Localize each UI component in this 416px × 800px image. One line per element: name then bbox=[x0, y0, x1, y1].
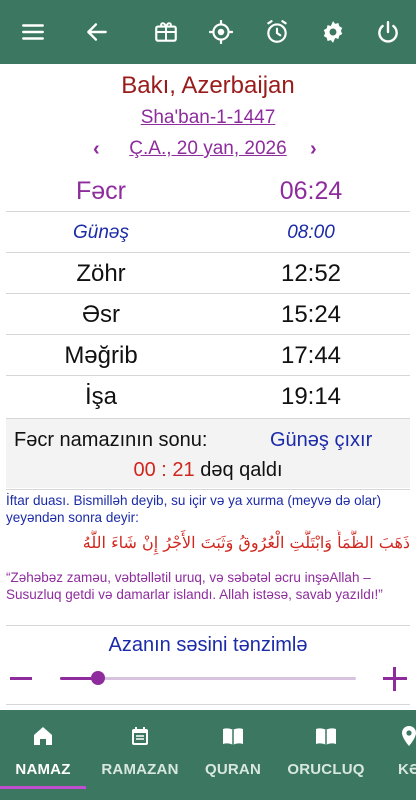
volume-decrease-button[interactable] bbox=[8, 665, 34, 693]
date-selector: Ç.A., 20 yan, 2026 ‹ › bbox=[0, 138, 416, 164]
book-open-icon bbox=[316, 728, 336, 745]
dua-transliteration: “Zəhəbəz zaməu, vəbtəllətil uruq, və səb… bbox=[6, 570, 383, 602]
prayer-time: 12:52 bbox=[280, 260, 342, 287]
prayer-times-table: Fəcr 06:24 Günəş 08:00 Zöhr 12:52 Əsr 15… bbox=[6, 170, 410, 416]
prayer-row-sunrise[interactable]: Günəş 08:00 bbox=[6, 211, 410, 252]
prayer-time: 08:00 bbox=[287, 222, 335, 243]
calendar-icon bbox=[132, 727, 148, 745]
hijri-date[interactable]: Sha'ban-1-1447 bbox=[0, 107, 416, 129]
calendar-gift-icon[interactable] bbox=[150, 16, 182, 48]
end-label: Fəcr namazının sonu: bbox=[14, 429, 208, 451]
prayer-end-info: Fəcr namazının sonu: Günəş çıxır 00 : 21… bbox=[6, 418, 410, 488]
gregorian-date[interactable]: Ç.A., 20 yan, 2026 bbox=[0, 138, 416, 160]
azan-volume-title: Azanın səsini tənzimlə bbox=[108, 634, 308, 656]
prayer-time: 17:44 bbox=[280, 342, 342, 369]
countdown: 00 : 21 dəq qaldı bbox=[6, 459, 410, 482]
dua-arabic: ذَهَبَ الظَّمَأُ وَابْتَلَّتِ الْعُرُوقُ… bbox=[82, 533, 410, 552]
end-value: Günəş çıxır bbox=[270, 429, 373, 451]
prayer-row-asr[interactable]: Əsr 15:24 bbox=[6, 293, 410, 334]
countdown-suffix: dəq qaldı bbox=[200, 459, 283, 481]
nav-location[interactable]: KƏ bbox=[384, 710, 416, 800]
prayer-row-isha[interactable]: İşa 19:14 bbox=[6, 375, 410, 416]
next-day-icon[interactable]: › bbox=[310, 138, 317, 161]
dua-intro: İftar duası. Bismilləh deyib, su içir və… bbox=[6, 493, 382, 525]
divider bbox=[6, 625, 410, 626]
prayer-name: Günəş bbox=[73, 222, 129, 243]
book-icon bbox=[223, 728, 243, 745]
nav-label: RAMAZAN bbox=[101, 761, 179, 778]
back-arrow-icon[interactable] bbox=[81, 16, 113, 48]
home-icon bbox=[34, 727, 52, 745]
prayer-row-fajr[interactable]: Fəcr 06:24 bbox=[6, 170, 410, 211]
prayer-name: Əsr bbox=[81, 301, 121, 328]
prev-day-icon[interactable]: ‹ bbox=[93, 138, 100, 161]
power-icon[interactable] bbox=[372, 16, 404, 48]
nav-quran[interactable]: QURAN bbox=[196, 710, 270, 800]
prayer-name: Zöhr bbox=[76, 260, 126, 287]
prayer-time: 15:24 bbox=[280, 301, 342, 328]
menu-icon[interactable] bbox=[17, 16, 49, 48]
location-title[interactable]: Bakı, Azerbaijan bbox=[0, 72, 416, 100]
top-app-bar bbox=[0, 0, 416, 64]
prayer-row-maghrib[interactable]: Məğrib 17:44 bbox=[6, 334, 410, 375]
prayer-name: İşa bbox=[84, 383, 117, 410]
gear-icon[interactable] bbox=[317, 16, 349, 48]
nav-label: NAMAZ bbox=[15, 761, 71, 778]
countdown-value: 00 : 21 bbox=[133, 459, 195, 481]
volume-increase-button[interactable] bbox=[381, 665, 409, 693]
prayer-time: 06:24 bbox=[279, 177, 343, 205]
nav-label: QURAN bbox=[205, 761, 261, 778]
alarm-icon[interactable] bbox=[261, 16, 293, 48]
prayer-row-dhuhr[interactable]: Zöhr 12:52 bbox=[6, 252, 410, 293]
nav-ramazan[interactable]: RAMAZAN bbox=[95, 710, 185, 800]
prayer-time: 19:14 bbox=[280, 383, 342, 410]
location-pin-icon bbox=[402, 726, 416, 746]
prayer-name: Fəcr bbox=[76, 177, 126, 205]
nav-label: ORUCLUQ bbox=[287, 761, 365, 778]
divider bbox=[6, 704, 410, 705]
volume-slider-thumb[interactable] bbox=[91, 671, 106, 685]
nav-label: KƏ bbox=[397, 761, 416, 778]
prayer-name: Məğrib bbox=[64, 342, 138, 369]
location-target-icon[interactable] bbox=[205, 16, 237, 48]
nav-orucluq[interactable]: ORUCLUQ bbox=[280, 710, 372, 800]
divider bbox=[6, 489, 410, 490]
active-tab-indicator bbox=[0, 786, 86, 789]
